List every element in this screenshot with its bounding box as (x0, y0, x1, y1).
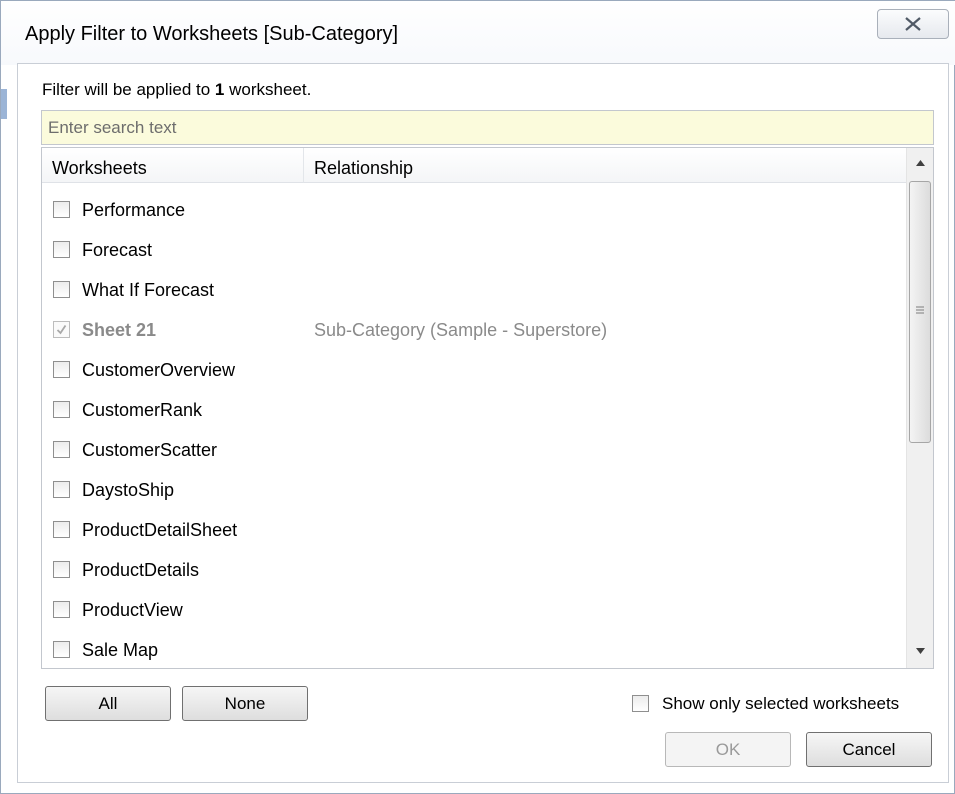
list-item[interactable]: ProductDetails (42, 551, 906, 591)
arrow-down-icon (916, 648, 925, 654)
worksheet-name: Forecast (82, 240, 153, 260)
worksheet-checkbox[interactable] (53, 441, 70, 458)
worksheet-checkbox[interactable] (53, 401, 70, 418)
list-item[interactable]: CustomerScatter (42, 431, 906, 471)
select-all-button[interactable]: All (45, 686, 171, 721)
info-suffix: worksheet. (224, 80, 312, 99)
filter-info-text: Filter will be applied to 1 worksheet. (42, 80, 311, 100)
worksheet-name: ProductDetailSheet (82, 520, 238, 540)
close-icon (905, 17, 921, 31)
worksheet-checkbox[interactable] (53, 361, 70, 378)
worksheet-checkbox[interactable] (53, 481, 70, 498)
worksheet-name: Performance (82, 200, 186, 220)
worksheet-name: ProductDetails (82, 560, 200, 580)
list-item[interactable]: Performance (42, 191, 906, 231)
vertical-scrollbar[interactable] (906, 148, 933, 668)
search-input[interactable] (41, 110, 934, 145)
background-window-edge (1, 89, 7, 119)
scrollbar-thumb[interactable] (909, 181, 931, 443)
arrow-up-icon (916, 160, 925, 166)
ok-button[interactable]: OK (665, 732, 791, 767)
scroll-up-button[interactable] (907, 148, 933, 180)
list-item[interactable]: ProductView (42, 591, 906, 631)
worksheet-checkbox (53, 321, 70, 338)
worksheet-list: Worksheets Relationship Performance Fore… (41, 147, 934, 669)
column-header-worksheets[interactable]: Worksheets (42, 148, 304, 183)
worksheet-name: DaystoShip (82, 480, 175, 500)
list-item[interactable]: CustomerRank (42, 391, 906, 431)
worksheet-checkbox[interactable] (53, 241, 70, 258)
info-prefix: Filter will be applied to (42, 80, 215, 99)
worksheet-name: CustomerOverview (82, 360, 236, 380)
list-item[interactable]: Forecast (42, 231, 906, 271)
worksheet-checkbox[interactable] (53, 641, 70, 658)
checkmark-icon (56, 325, 67, 335)
close-button[interactable] (877, 9, 949, 39)
dialog-window: Apply Filter to Worksheets [Sub-Category… (0, 0, 955, 794)
worksheet-name: Sale Map (82, 640, 159, 660)
column-header-relationship[interactable]: Relationship (304, 148, 906, 183)
worksheet-name: CustomerRank (82, 400, 203, 420)
show-only-selected-label: Show only selected worksheets (662, 694, 900, 713)
worksheet-name: What If Forecast (82, 280, 215, 300)
grip-icon (916, 306, 924, 314)
list-item[interactable]: Sale Map (42, 631, 906, 668)
worksheet-checkbox[interactable] (53, 521, 70, 538)
worksheet-checkbox[interactable] (53, 201, 70, 218)
worksheet-checkbox[interactable] (53, 561, 70, 578)
list-item[interactable]: What If Forecast (42, 271, 906, 311)
list-item[interactable]: CustomerOverview (42, 351, 906, 391)
worksheet-relationship: Sub-Category (Sample - Superstore) (314, 320, 608, 340)
worksheet-count: 1 (214, 80, 225, 99)
show-only-selected-checkbox[interactable] (632, 695, 649, 712)
list-item: Sheet 21 Sub-Category (Sample - Supersto… (42, 311, 906, 351)
scroll-down-button[interactable] (907, 636, 933, 668)
select-none-button[interactable]: None (182, 686, 308, 721)
worksheet-name: Sheet 21 (82, 320, 157, 340)
list-item[interactable]: DaystoShip (42, 471, 906, 511)
worksheet-checkbox[interactable] (53, 601, 70, 618)
title-bar[interactable]: Apply Filter to Worksheets [Sub-Category… (1, 1, 955, 65)
cancel-button[interactable]: Cancel (806, 732, 932, 767)
worksheet-name: ProductView (82, 600, 183, 620)
dialog-title: Apply Filter to Worksheets [Sub-Category… (25, 23, 399, 45)
list-item[interactable]: ProductDetailSheet (42, 511, 906, 551)
worksheet-name: CustomerScatter (82, 440, 218, 460)
worksheet-checkbox[interactable] (53, 281, 70, 298)
